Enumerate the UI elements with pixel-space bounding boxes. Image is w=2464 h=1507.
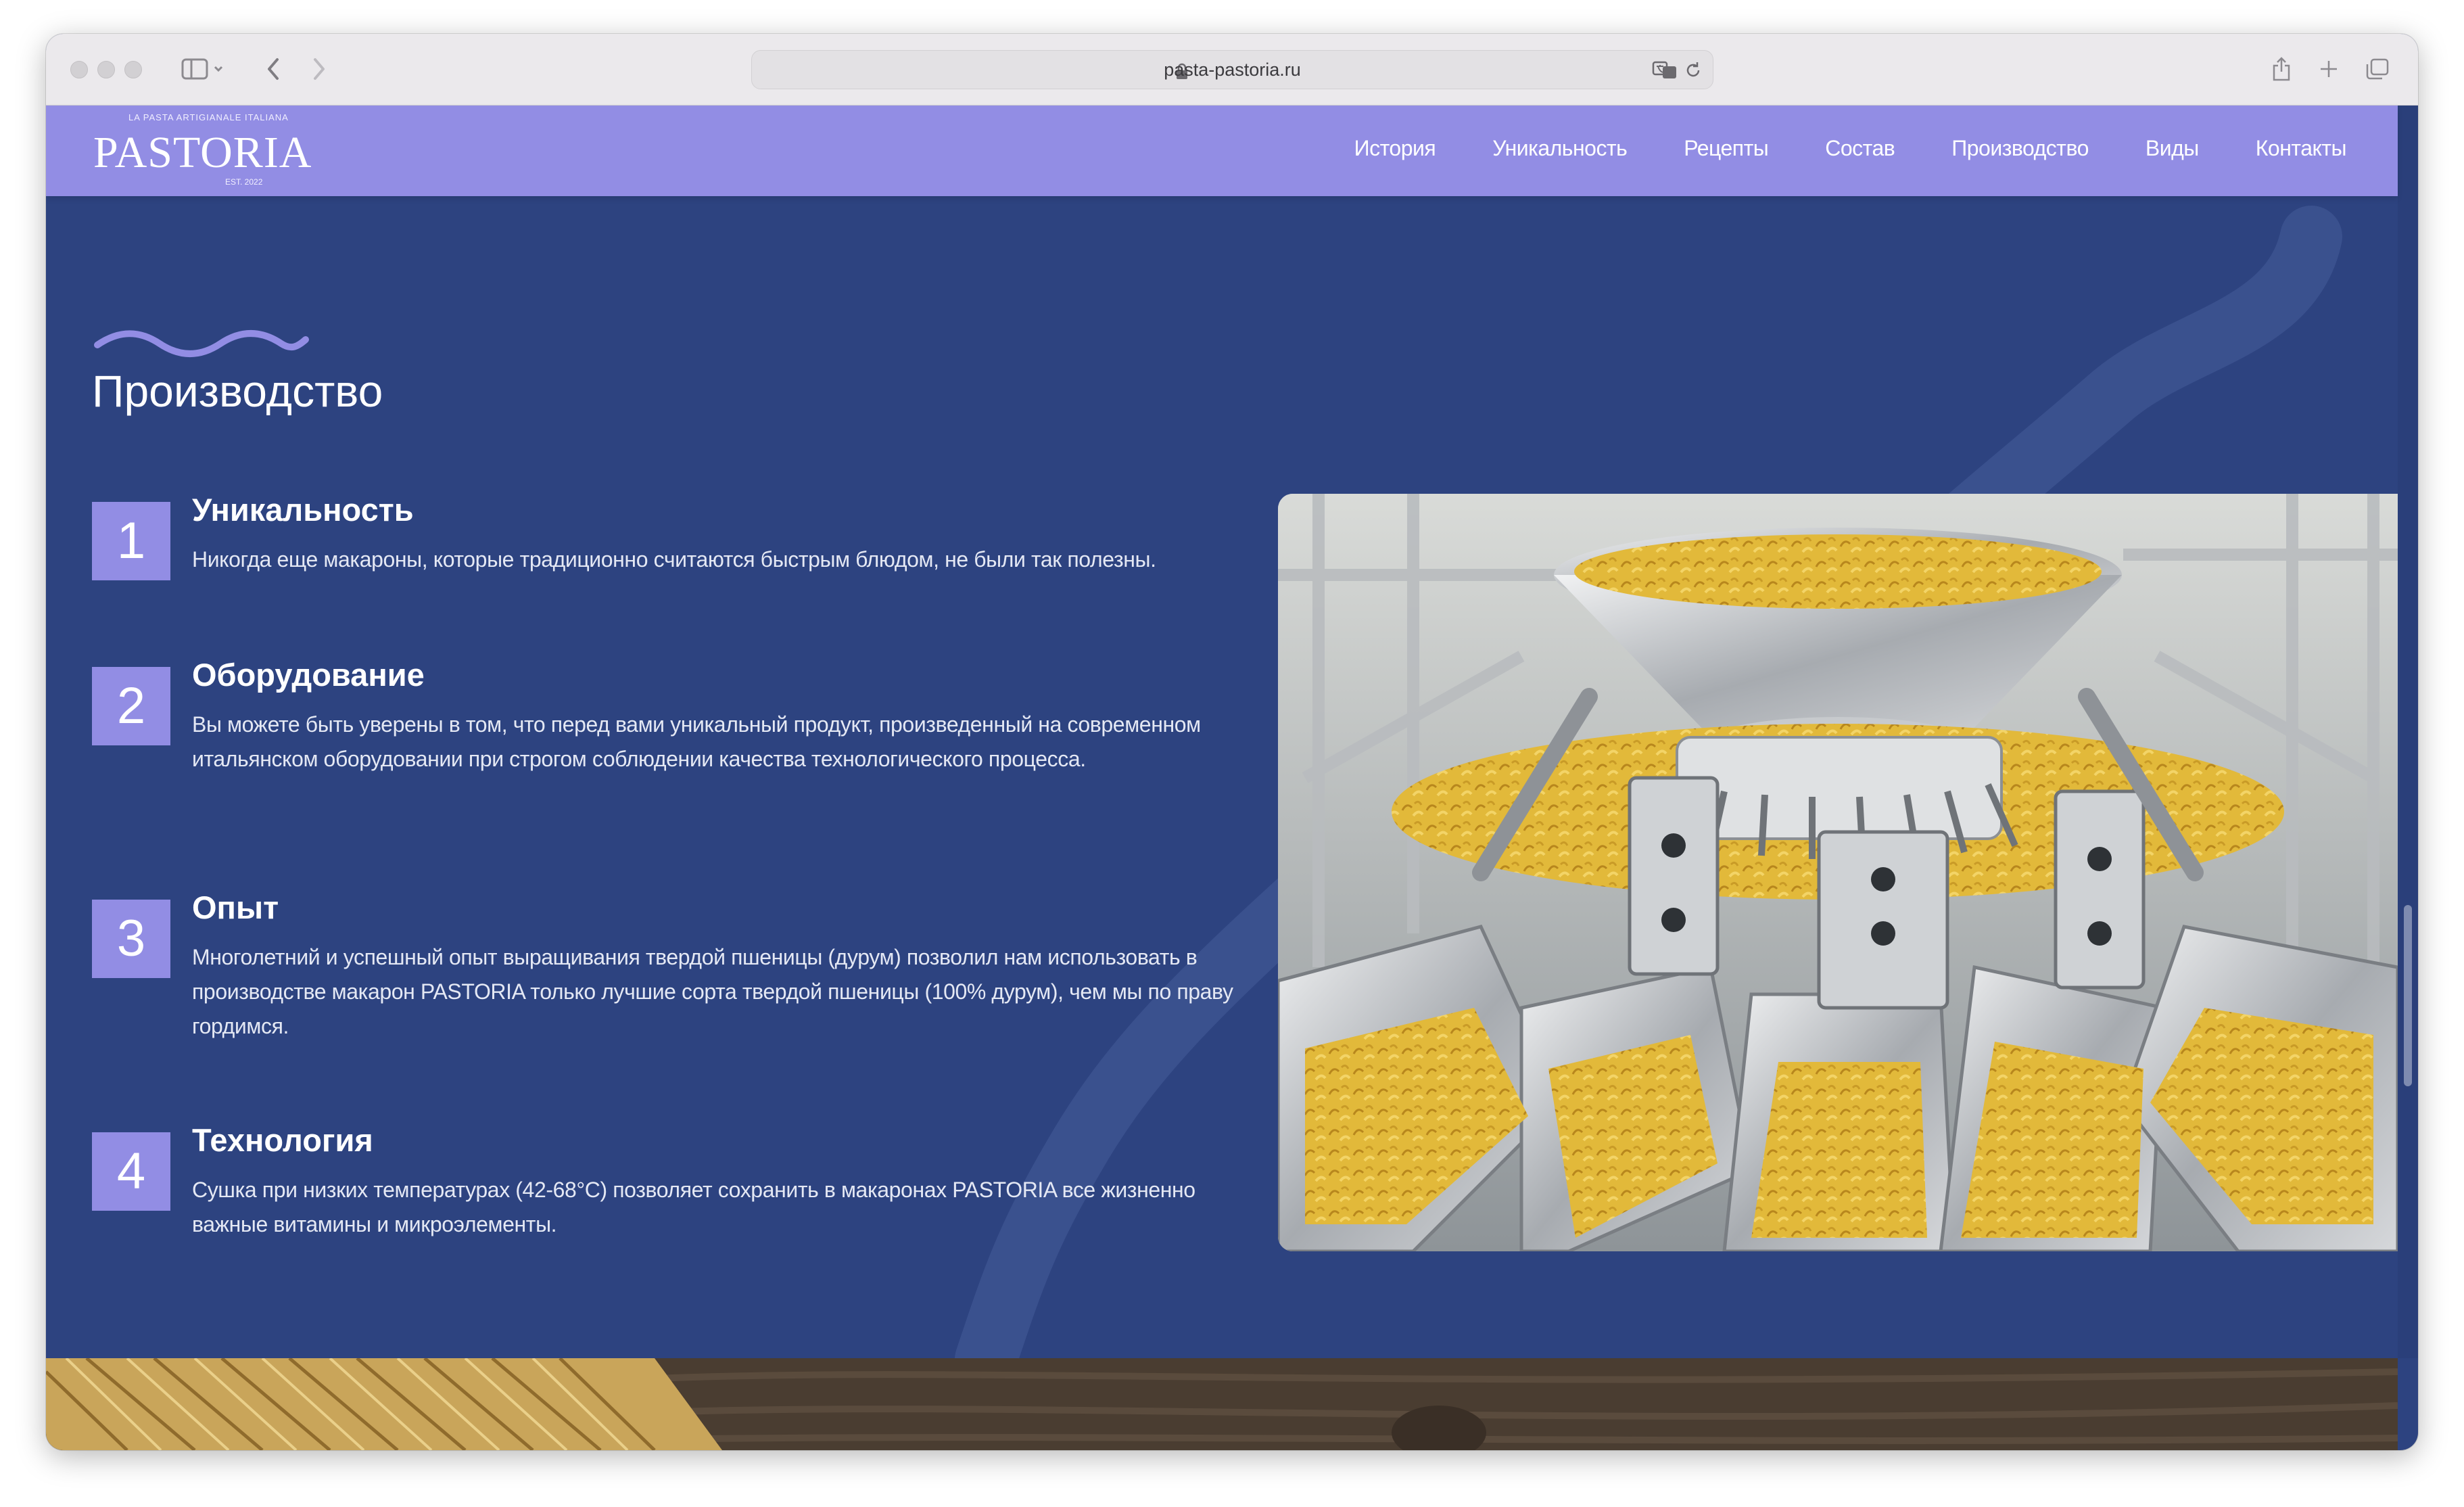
sidebar-icon	[181, 58, 223, 80]
feature-number: 1	[92, 502, 170, 580]
window-controls	[70, 61, 142, 78]
logo-est: EST. 2022	[225, 177, 263, 187]
main-nav: История Уникальность Рецепты Состав Прои…	[1298, 136, 2347, 161]
chevron-right-icon	[314, 58, 325, 80]
production-section: Производство 1 Уникальность Никогда еще …	[46, 196, 2398, 1393]
feature-item: 3 Опыт Многолетний и успешный опыт выращ…	[92, 889, 1269, 1046]
share-icon	[2273, 57, 2290, 81]
logo-wordmark: PASTORIA	[93, 128, 312, 177]
tab-overview-button[interactable]	[2363, 53, 2392, 85]
scrollbar-thumb[interactable]	[2404, 905, 2412, 1086]
nav-link-types[interactable]: Виды	[2146, 136, 2199, 161]
feature-item: 2 Оборудование Вы можете быть уверены в …	[92, 657, 1269, 813]
sidebar-toggle-button[interactable]	[176, 53, 230, 85]
url-text: pasta-pastoria.ru	[1164, 60, 1301, 80]
feature-item: 1 Уникальность Никогда еще макароны, кот…	[92, 492, 1269, 587]
feature-number: 4	[92, 1132, 170, 1211]
translate-icon[interactable]	[1652, 60, 1678, 80]
plus-icon	[2321, 61, 2337, 77]
forward-button[interactable]	[306, 53, 333, 85]
page-scrollbar[interactable]	[2398, 106, 2418, 1358]
tabs-icon	[2366, 58, 2389, 80]
feature-text: Многолетний и успешный опыт выращивания …	[192, 945, 1233, 1038]
minimize-window-button[interactable]	[97, 61, 115, 78]
next-section-preview	[46, 1358, 2398, 1450]
spaghetti-wood-background	[46, 1358, 2398, 1450]
address-bar[interactable]: pasta-pastoria.ru	[751, 50, 1713, 89]
feature-number: 3	[92, 900, 170, 978]
chevron-left-icon	[268, 58, 279, 80]
zoom-window-button[interactable]	[124, 61, 142, 78]
feature-number: 2	[92, 667, 170, 745]
logo-tagline: LA PASTA ARTIGIANALE ITALIANA	[128, 112, 289, 122]
feature-heading: Технология	[192, 1122, 373, 1158]
site-header: LA PASTA ARTIGIANALE ITALIANA PASTORIA E…	[46, 106, 2398, 196]
feature-item: 4 Технология Сушка при низких температур…	[92, 1122, 1269, 1251]
reload-icon[interactable]	[1683, 60, 1703, 80]
nav-link-production[interactable]: Производство	[1951, 136, 2089, 161]
browser-window: pasta-pastoria.ru LA PASTA ARTIGIANALE I…	[46, 34, 2418, 1450]
production-photo	[1278, 494, 2398, 1251]
feature-text: Никогда еще макароны, которые традиционн…	[192, 547, 1156, 572]
nav-link-contacts[interactable]: Контакты	[2256, 136, 2347, 161]
section-title: Производство	[92, 366, 383, 416]
share-button[interactable]	[2268, 53, 2295, 85]
feature-text: Сушка при низких температурах (42-68°С) …	[192, 1178, 1195, 1236]
nav-link-recipes[interactable]: Рецепты	[1684, 136, 1768, 161]
feature-heading: Уникальность	[192, 492, 414, 528]
feature-text: Вы можете быть уверены в том, что перед …	[192, 712, 1201, 771]
pastoria-logo[interactable]: LA PASTA ARTIGIANALE ITALIANA PASTORIA E…	[93, 110, 312, 193]
nav-link-history[interactable]: История	[1354, 136, 1436, 161]
close-window-button[interactable]	[70, 61, 88, 78]
new-tab-button[interactable]	[2315, 53, 2342, 85]
feature-heading: Оборудование	[192, 657, 425, 693]
nav-link-composition[interactable]: Состав	[1825, 136, 1895, 161]
wave-accent-icon	[94, 330, 309, 357]
nav-link-uniqueness[interactable]: Уникальность	[1492, 136, 1628, 161]
back-button[interactable]	[260, 53, 287, 85]
feature-heading: Опыт	[192, 889, 279, 925]
pasta-machine-illustration	[1278, 494, 2398, 1251]
browser-toolbar: pasta-pastoria.ru	[46, 34, 2418, 106]
